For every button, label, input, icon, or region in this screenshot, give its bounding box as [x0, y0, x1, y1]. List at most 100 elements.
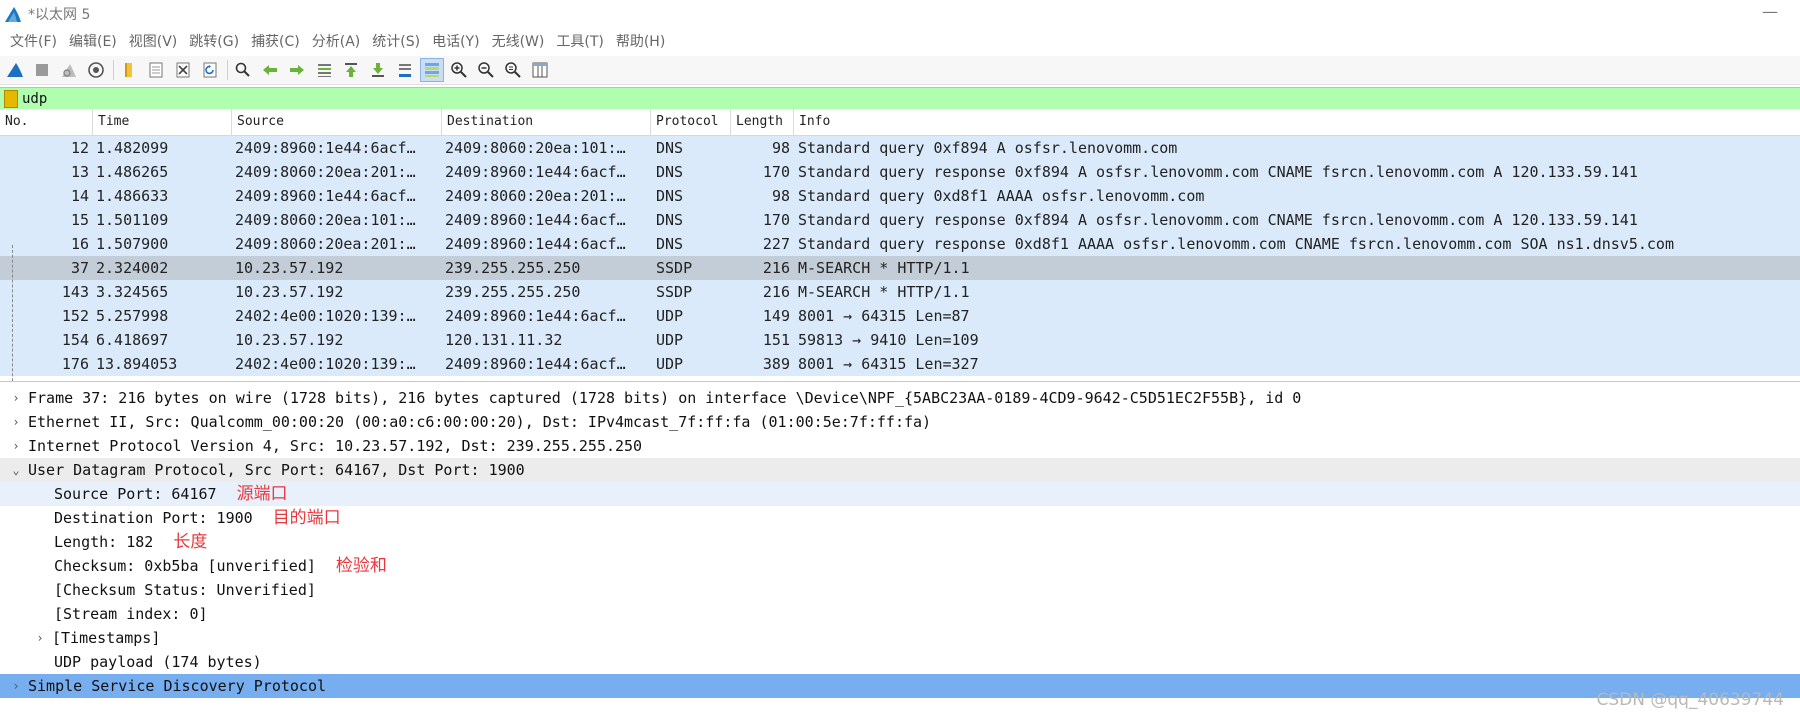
packet-cell-info: Standard query 0xd8f1 AAAA osfsr.lenovom… — [798, 187, 1205, 205]
column-header-length[interactable]: Length — [731, 109, 794, 135]
packet-row[interactable]: 37 2.324002 10.23.57.192 239.255.255.250 SSD… — [0, 256, 1800, 280]
save-file-icon[interactable] — [145, 59, 167, 81]
packet-cell-dst: 2409:8960:1e44:6acf… — [445, 235, 626, 253]
zoom-normal-icon[interactable] — [502, 59, 524, 81]
tree-item-udp-timestamps[interactable]: › [Timestamps] — [0, 626, 1800, 650]
tree-item-ethernet[interactable]: › Ethernet II, Src: Qualcomm_00:00:20 (0… — [0, 410, 1800, 434]
column-header-info[interactable]: Info — [794, 109, 1800, 135]
tree-item-ssdp[interactable]: › Simple Service Discovery Protocol — [0, 674, 1800, 698]
packet-cell-len: 98 — [771, 139, 790, 157]
restart-fin-icon[interactable] — [58, 59, 80, 81]
reload-icon[interactable] — [199, 59, 221, 81]
open-folder-icon[interactable] — [118, 59, 140, 81]
zoom-out-icon[interactable] — [475, 59, 497, 81]
tree-item-udp-stream-index[interactable]: [Stream index: 0] — [0, 602, 1800, 626]
packet-cell-dst: 239.255.255.250 — [445, 283, 581, 301]
colorize-icon[interactable] — [420, 58, 444, 82]
tree-item-udp-payload[interactable]: UDP payload (174 bytes) — [0, 650, 1800, 674]
toolbar-separator — [113, 60, 114, 80]
display-filter-input[interactable] — [22, 91, 1722, 107]
packet-cell-time: 3.324565 — [96, 283, 169, 301]
packet-row[interactable]: 15 1.501109 2409:8060:20ea:101:… 2409:8960:… — [0, 208, 1800, 232]
menu-file[interactable]: 文件(F) — [4, 28, 63, 56]
expand-arrow-icon[interactable]: › — [32, 626, 48, 650]
packet-row[interactable]: 176 13.894053 2402:4e00:1020:139:… 2409:896… — [0, 352, 1800, 376]
tree-item-ipv4[interactable]: › Internet Protocol Version 4, Src: 10.2… — [0, 434, 1800, 458]
packet-cell-info: 59813 → 9410 Len=109 — [798, 331, 979, 349]
go-forward-icon[interactable] — [286, 59, 308, 81]
tree-item-udp-checksum[interactable]: Checksum: 0xb5ba [unverified] 检验和 — [0, 554, 1800, 578]
stop-square-icon[interactable] — [31, 59, 53, 81]
go-first-icon[interactable] — [340, 59, 362, 81]
zoom-in-icon[interactable] — [448, 59, 470, 81]
collapse-arrow-icon[interactable]: ⌄ — [8, 458, 24, 482]
packet-row[interactable]: 13 1.486265 2409:8060:20ea:201:… 2409:8960:… — [0, 160, 1800, 184]
packet-cell-dst: 120.131.11.32 — [445, 331, 563, 349]
packet-cell-no: 14 — [70, 187, 89, 205]
menu-telephony[interactable]: 电话(Y) — [426, 28, 485, 56]
packet-row[interactable]: 16 1.507900 2409:8060:20ea:201:… 2409:8960:… — [0, 232, 1800, 256]
packet-cell-proto: DNS — [656, 139, 684, 157]
menu-go[interactable]: 跳转(G) — [183, 28, 245, 56]
packet-row[interactable]: 143 3.324565 10.23.57.192 239.255.255.250 SS… — [0, 280, 1800, 304]
menu-tools[interactable]: 工具(T) — [550, 28, 609, 56]
packet-cell-no: 176 — [61, 355, 89, 373]
title-bar: *以太网 5 — — [0, 0, 1800, 28]
go-back-icon[interactable] — [259, 59, 281, 81]
packet-rows: 12 1.482099 2409:8960:1e44:6acf… 2409:8060:… — [0, 136, 1800, 376]
find-packet-icon[interactable] — [232, 59, 254, 81]
packet-row[interactable]: 154 6.418697 10.23.57.192 120.131.11.32 UDP 1… — [0, 328, 1800, 352]
packet-cell-len: 389 — [762, 355, 790, 373]
close-file-icon[interactable] — [172, 59, 194, 81]
packet-cell-src: 2402:4e00:1020:139:… — [235, 355, 416, 373]
menu-statistics[interactable]: 统计(S) — [366, 28, 426, 56]
packet-row[interactable]: 152 5.257998 2402:4e00:1020:139:… 2409:8960… — [0, 304, 1800, 328]
packet-cell-proto: UDP — [656, 355, 684, 373]
packet-cell-time: 1.486265 — [96, 163, 169, 181]
menu-capture[interactable]: 捕获(C) — [245, 28, 306, 56]
menu-view[interactable]: 视图(V) — [123, 28, 184, 56]
annotation-source-port: 源端口 — [236, 484, 288, 504]
expand-arrow-icon[interactable]: › — [8, 434, 24, 458]
packet-cell-src: 2409:8060:20ea:201:… — [235, 235, 416, 253]
tree-item-udp-checksum-status[interactable]: [Checksum Status: Unverified] — [0, 578, 1800, 602]
toolbar-separator — [227, 60, 228, 80]
column-header-no[interactable]: No. — [0, 109, 93, 135]
resize-columns-icon[interactable] — [529, 59, 551, 81]
packet-cell-info: 8001 → 64315 Len=327 — [798, 355, 979, 373]
autoscroll-icon[interactable] — [394, 59, 416, 81]
column-header-time[interactable]: Time — [93, 109, 232, 135]
tree-item-frame[interactable]: › Frame 37: 216 bytes on wire (1728 bits… — [0, 386, 1800, 410]
expand-arrow-icon[interactable]: › — [8, 674, 24, 698]
packet-cell-time: 1.507900 — [96, 235, 169, 253]
packet-row[interactable]: 12 1.482099 2409:8960:1e44:6acf… 2409:8060:… — [0, 136, 1800, 160]
packet-cell-dst: 2409:8960:1e44:6acf… — [445, 307, 626, 325]
column-header-protocol[interactable]: Protocol — [651, 109, 731, 135]
expand-arrow-icon[interactable]: › — [8, 410, 24, 434]
shark-fin-start-icon[interactable] — [4, 59, 26, 81]
menu-wireless[interactable]: 无线(W) — [486, 28, 551, 56]
tree-item-udp-length[interactable]: Length: 182 长度 — [0, 530, 1800, 554]
packet-row[interactable]: 14 1.486633 2409:8960:1e44:6acf… 2409:8060:… — [0, 184, 1800, 208]
minimize-button[interactable]: — — [1762, 2, 1778, 21]
capture-options-gear-icon[interactable] — [85, 59, 107, 81]
tree-item-udp-destination-port[interactable]: Destination Port: 1900 目的端口 — [0, 506, 1800, 530]
column-header-destination[interactable]: Destination — [442, 109, 651, 135]
packet-cell-time: 1.482099 — [96, 139, 169, 157]
menu-analyze[interactable]: 分析(A) — [306, 28, 367, 56]
tree-item-udp-source-port[interactable]: Source Port: 64167 源端口 — [0, 482, 1800, 506]
related-packet-line — [12, 245, 13, 381]
packet-cell-time: 2.324002 — [96, 259, 169, 277]
packet-cell-no: 143 — [61, 283, 89, 301]
menu-edit[interactable]: 编辑(E) — [63, 28, 123, 56]
packet-cell-no: 15 — [70, 211, 89, 229]
menu-help[interactable]: 帮助(H) — [610, 28, 671, 56]
tree-item-udp[interactable]: ⌄ User Datagram Protocol, Src Port: 6416… — [0, 458, 1800, 482]
expand-arrow-icon[interactable]: › — [8, 386, 24, 410]
filter-bookmark-icon[interactable] — [4, 90, 18, 108]
packet-cell-proto: SSDP — [656, 283, 693, 301]
go-to-packet-icon[interactable] — [313, 59, 335, 81]
packet-cell-proto: UDP — [656, 307, 684, 325]
column-header-source[interactable]: Source — [232, 109, 442, 135]
go-last-icon[interactable] — [367, 59, 389, 81]
